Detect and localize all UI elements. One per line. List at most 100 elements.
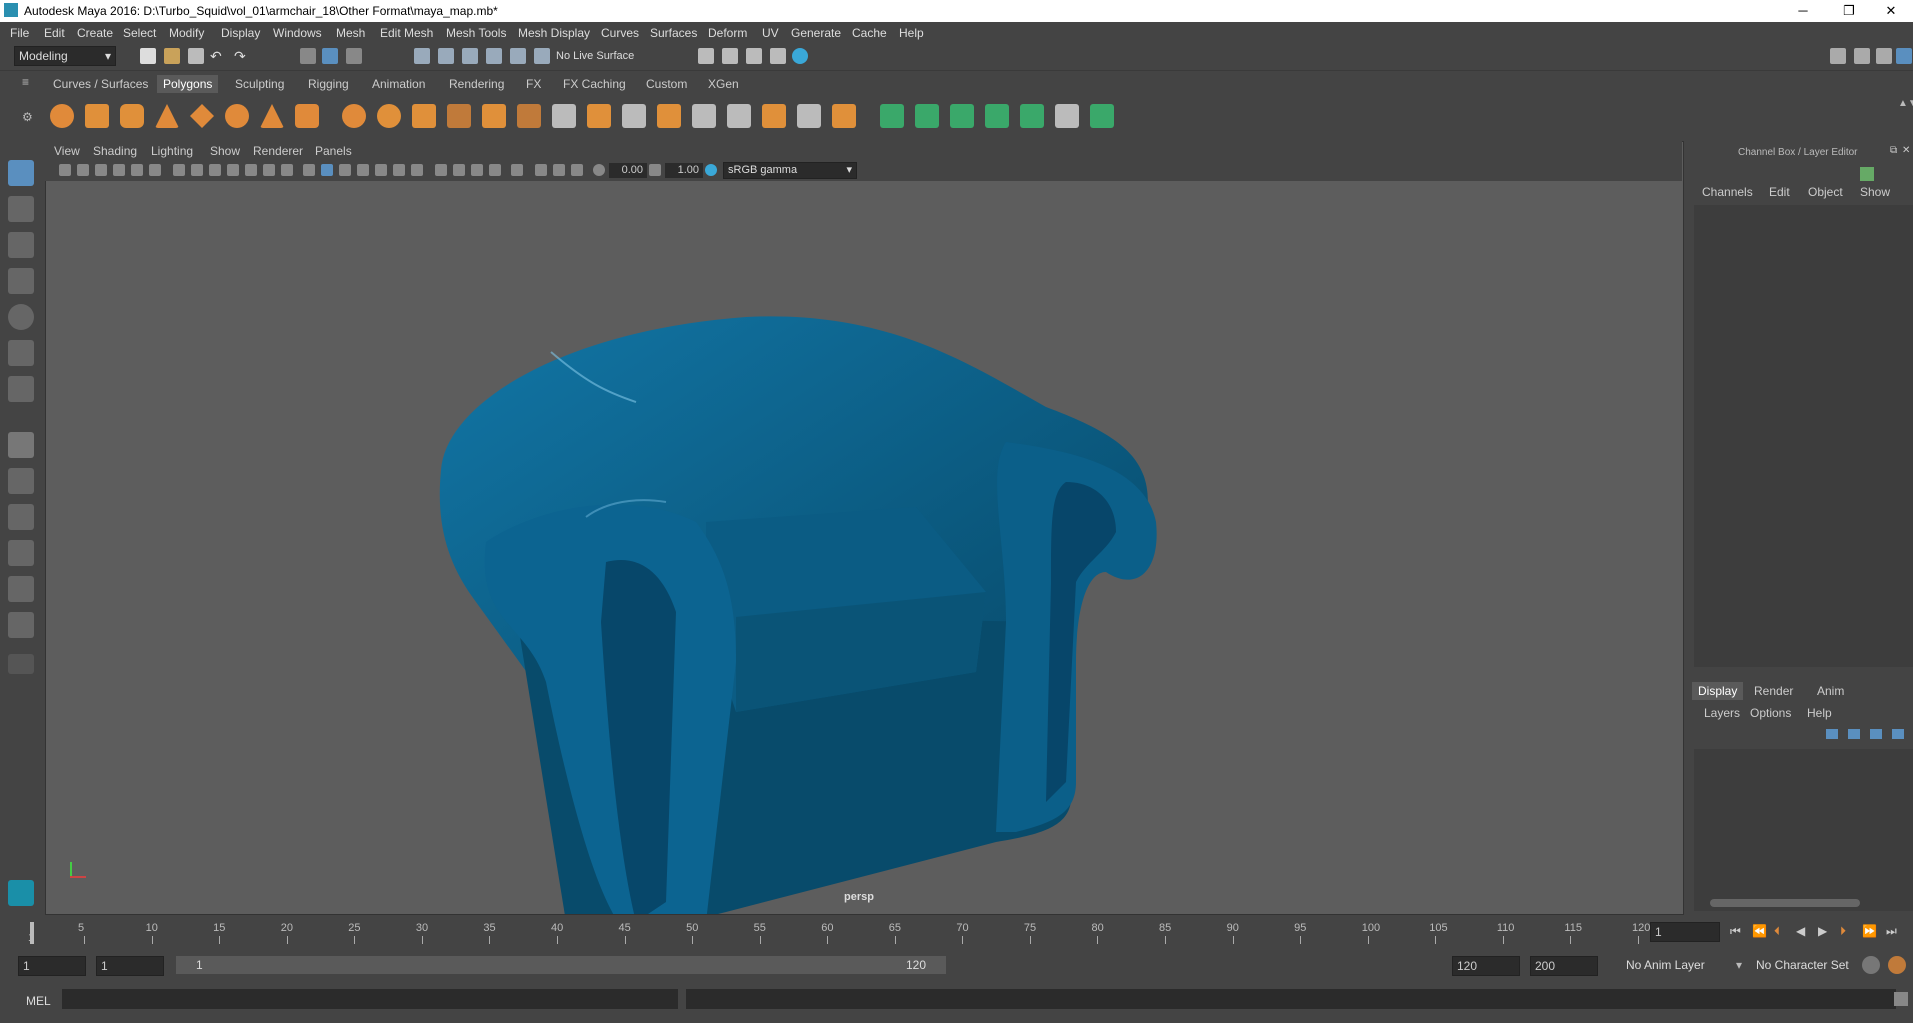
go-to-end-icon[interactable]: ⏭ [1886,924,1897,939]
channels-menu-edit[interactable]: Edit [1769,185,1790,199]
shelf-settings-icon[interactable]: ⚙ [22,110,33,124]
tab-rigging[interactable]: Rigging [302,75,355,93]
scale-tool-icon[interactable] [8,340,34,366]
unfold-icon[interactable] [1090,104,1114,128]
menu-generate[interactable]: Generate [791,26,841,40]
more-layouts-icon[interactable] [8,654,34,674]
mode-dropdown[interactable]: Modeling ▾ [14,46,116,66]
shelf-scroll-icon[interactable]: ▲▼ [1898,98,1913,109]
current-frame-field[interactable]: 1 [1650,922,1720,942]
spherical-map-icon[interactable] [985,104,1009,128]
go-to-start-icon[interactable]: ⏮ [1730,924,1741,939]
xray-components-icon[interactable] [553,164,565,176]
new-layer-selected-icon[interactable] [1892,729,1904,739]
screen-space-ao-icon[interactable] [411,164,423,176]
menu-select[interactable]: Select [123,26,156,40]
time-slider[interactable]: 1 5 10 15 20 25 30 35 40 45 50 55 60 65 70 75 80 85 90 95 1… [0,916,1913,948]
move-tool-icon[interactable] [8,268,34,294]
four-view-layout-icon[interactable] [8,468,34,494]
depth-of-field-icon[interactable] [471,164,483,176]
playback-start-field[interactable]: 1 [96,956,164,976]
tab-fx-caching[interactable]: FX Caching [557,75,632,93]
universal-manipulator-icon[interactable] [8,376,34,402]
select-camera-icon[interactable] [59,164,71,176]
safe-action-icon[interactable] [263,164,275,176]
smooth-shade-icon[interactable] [321,164,333,176]
smooth-icon[interactable] [447,104,471,128]
anti-aliasing-icon[interactable] [453,164,465,176]
menu-edit[interactable]: Edit [44,26,65,40]
wireframe-on-shaded-icon[interactable] [339,164,351,176]
grid-icon[interactable] [173,164,185,176]
menu-file[interactable]: File [10,26,29,40]
snap-curve-icon[interactable] [438,48,454,64]
channels-menu-channels[interactable]: Channels [1702,185,1753,199]
menu-modify[interactable]: Modify [169,26,204,40]
menu-mesh[interactable]: Mesh [336,26,365,40]
use-all-lights-icon[interactable] [375,164,387,176]
channel-list[interactable] [1694,205,1913,667]
layer-menu-help[interactable]: Help [1807,706,1832,720]
save-scene-icon[interactable] [188,48,204,64]
select-tool-icon[interactable] [8,160,34,186]
menu-surfaces[interactable]: Surfaces [650,26,697,40]
play-forwards-icon[interactable]: ▶ [1818,924,1827,938]
layer-tab-display[interactable]: Display [1692,682,1744,700]
channels-menu-show[interactable]: Show [1860,185,1890,199]
render-view-icon[interactable] [770,48,786,64]
poly-cube-icon[interactable] [85,104,109,128]
shelf-menu-icon[interactable]: ≡ [22,75,29,89]
command-input[interactable] [62,989,678,1009]
outliner-layout-icon[interactable] [8,612,34,638]
poly-pyramid-icon[interactable] [260,104,284,128]
menu-windows[interactable]: Windows [273,26,322,40]
planar-map-icon[interactable] [915,104,939,128]
gamma-field[interactable]: 1.00 [665,163,703,178]
viewport-menu-renderer[interactable]: Renderer [253,144,303,158]
collapse-icon[interactable] [832,104,856,128]
menu-mesh-tools[interactable]: Mesh Tools [446,26,506,40]
ipr-render-icon[interactable] [746,48,762,64]
snap-grid-icon[interactable] [414,48,430,64]
tab-sculpting[interactable]: Sculpting [229,75,290,93]
menu-mesh-display[interactable]: Mesh Display [518,26,590,40]
attribute-editor-icon[interactable] [1854,48,1870,64]
two-view-layout-icon[interactable] [8,504,34,530]
separate-icon[interactable] [377,104,401,128]
menu-uv[interactable]: UV [762,26,779,40]
poly-sphere-icon[interactable] [50,104,74,128]
tab-xgen[interactable]: XGen [702,75,745,93]
soft-select-icon[interactable] [8,432,34,458]
tool-settings-icon[interactable] [1876,48,1892,64]
animation-end-field[interactable]: 200 [1530,956,1598,976]
poly-plane-icon[interactable] [190,104,214,128]
mirror-icon[interactable] [482,104,506,128]
rotate-tool-icon[interactable] [8,304,34,330]
safe-title-icon[interactable] [281,164,293,176]
auto-key-icon[interactable] [1862,956,1880,974]
wireframe-icon[interactable] [303,164,315,176]
animation-start-field[interactable]: 1 [18,956,86,976]
poly-pipe-icon[interactable] [295,104,319,128]
current-time-marker[interactable] [30,922,34,944]
move-layer-down-icon[interactable] [1848,729,1860,739]
layer-tab-anim[interactable]: Anim [1817,684,1844,698]
offset-edge-loop-icon[interactable] [727,104,751,128]
character-set-dropdown[interactable]: No Character Set [1756,958,1849,972]
extract-icon[interactable] [412,104,436,128]
step-back-frame-icon[interactable]: ⏪ [1752,924,1767,938]
combine-icon[interactable] [342,104,366,128]
viewport-menu-panels[interactable]: Panels [315,144,352,158]
poly-torus-icon[interactable] [225,104,249,128]
gamma-icon[interactable] [649,164,661,176]
step-back-key-icon[interactable]: ⏴ [1774,924,1780,939]
uv-editor-icon[interactable] [880,104,904,128]
bookmark-icon[interactable] [95,164,107,176]
tab-custom[interactable]: Custom [640,75,693,93]
step-forward-frame-icon[interactable]: ⏩ [1862,924,1877,938]
two-d-pan-zoom-icon[interactable] [131,164,143,176]
xray-joints-icon[interactable] [535,164,547,176]
viewport-2-icon[interactable] [571,164,583,176]
layer-tab-render[interactable]: Render [1754,684,1793,698]
field-chart-icon[interactable] [245,164,257,176]
